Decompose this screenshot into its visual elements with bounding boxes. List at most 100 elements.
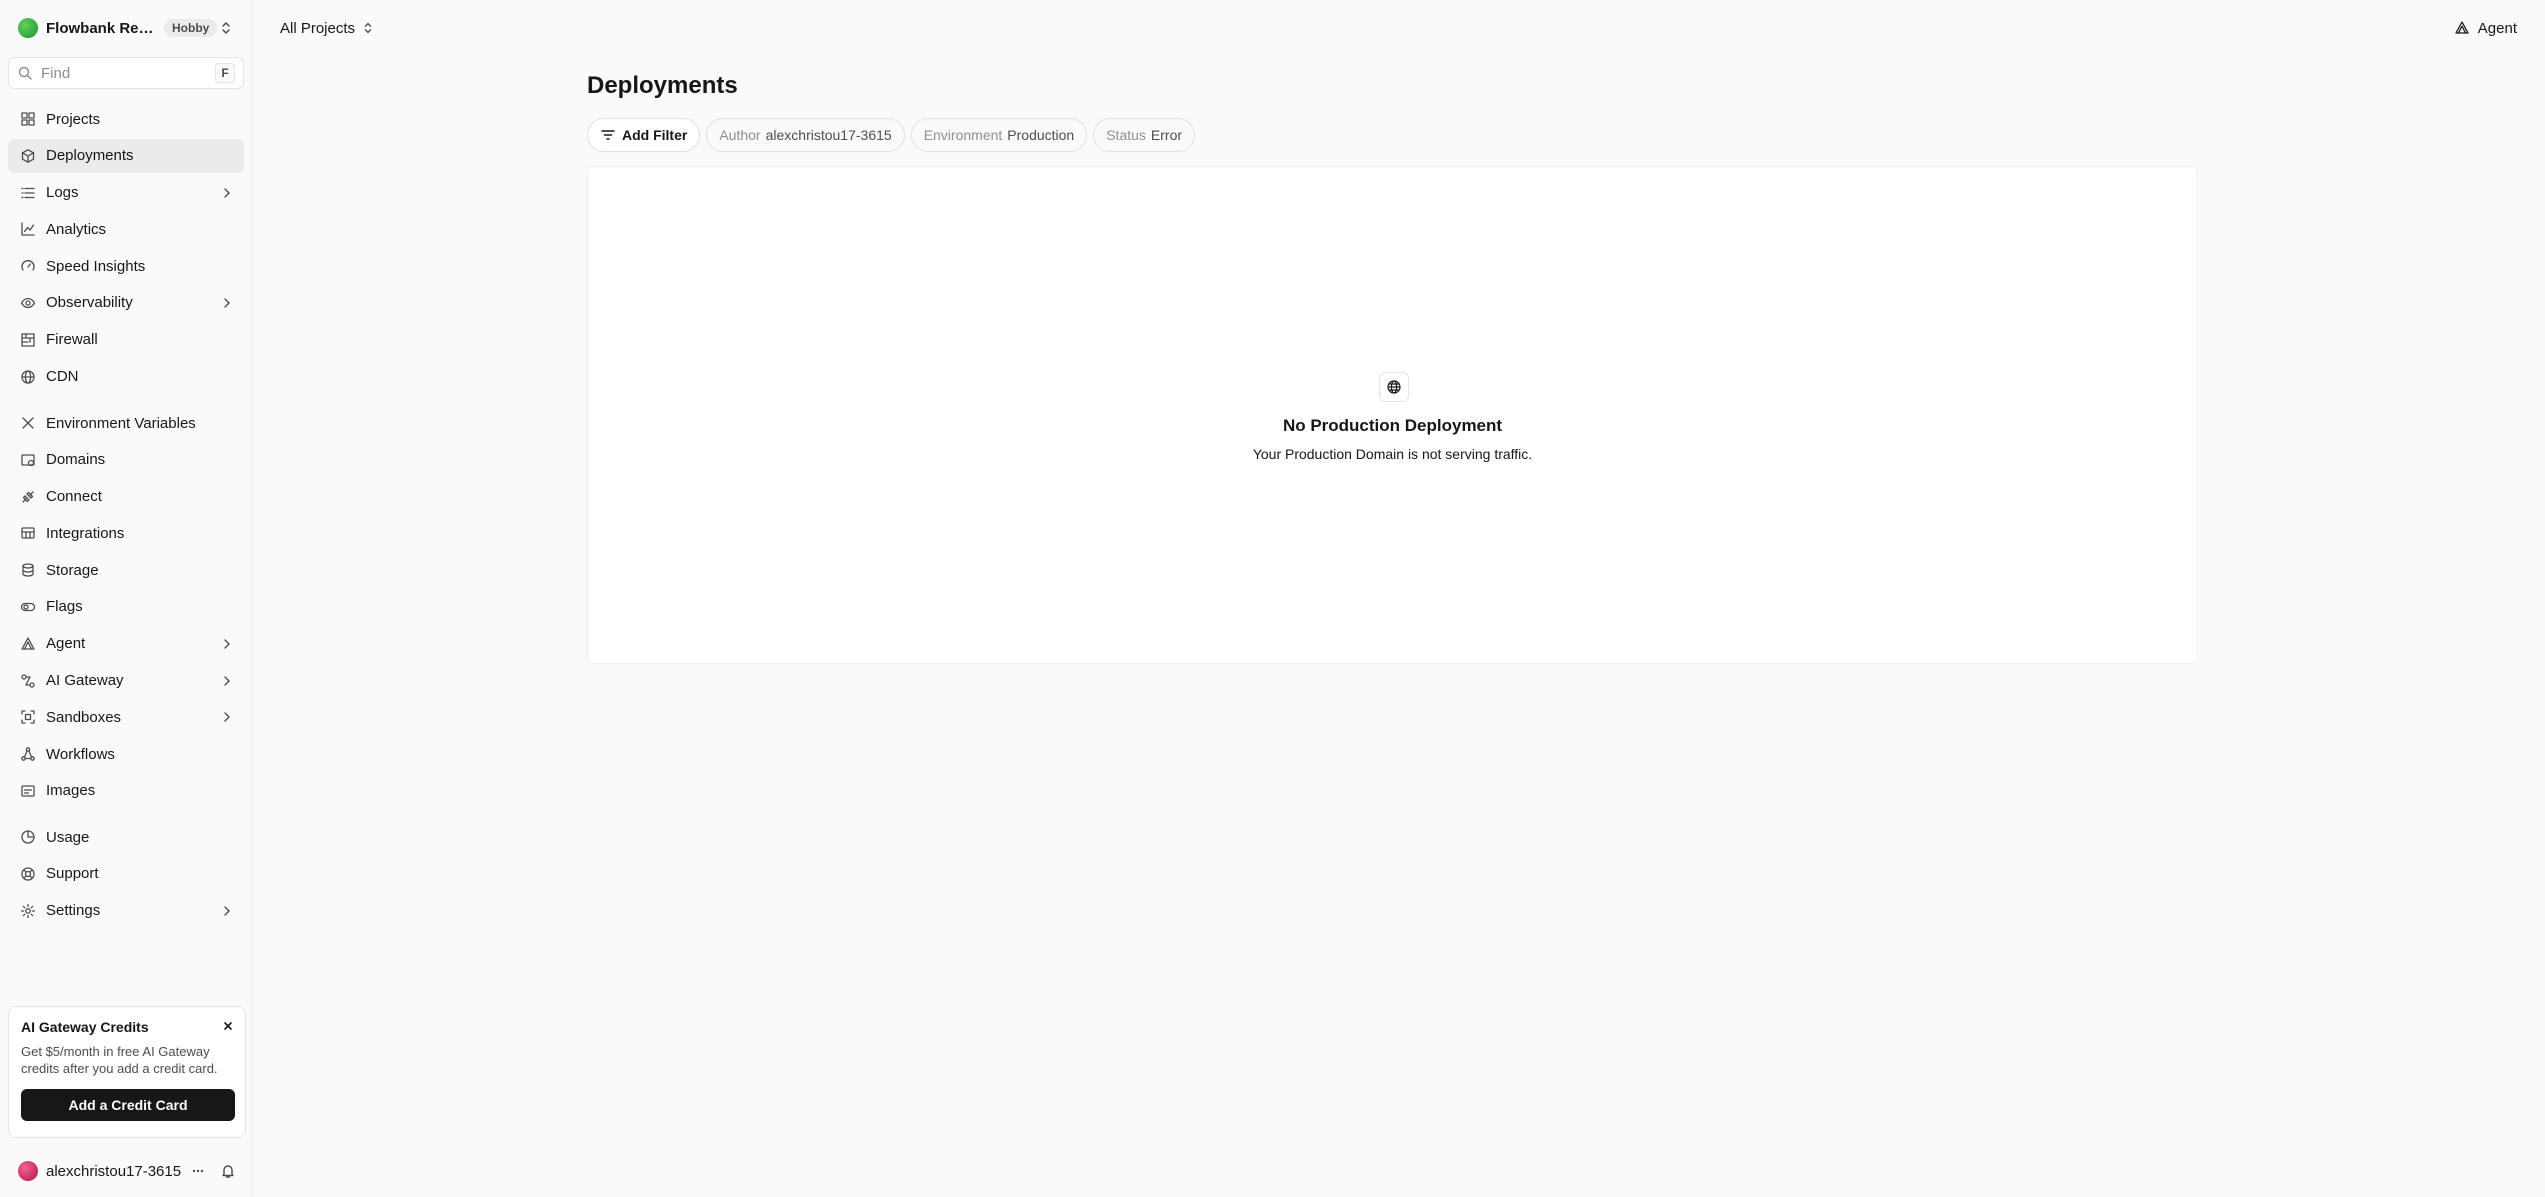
sandbox-icon [21,710,35,725]
sidebar-item-label: Flags [46,598,83,616]
sidebar-item-label: AI Gateway [46,672,124,690]
sidebar-item-label: Support [46,865,99,883]
sidebar-nav-primary: Projects Deployments Logs Analytics Speed In… [8,102,244,396]
sidebar-item-flags[interactable]: Flags [8,590,244,624]
find-input[interactable] [41,64,201,82]
sidebar-nav-tertiary: Usage Support Settings [8,820,244,930]
sidebar-item-workflows[interactable]: Workflows [8,737,244,771]
sidebar-item-label: Connect [46,488,102,506]
plan-badge: Hobby [164,19,218,37]
add-filter-button[interactable]: Add Filter [587,118,701,152]
filter-key: Environment [923,127,1003,143]
page-title: Deployments [587,72,738,99]
filter-icon [601,130,615,140]
sidebar-item-logs[interactable]: Logs [8,176,244,210]
grid-icon [21,112,35,126]
sidebar-item-observability[interactable]: Observability [8,286,244,320]
sidebar-item-label: Analytics [46,220,107,238]
sidebar-item-speed-insights[interactable]: Speed Insights [8,249,244,283]
find-search-box[interactable]: F [8,57,244,89]
agent-button[interactable]: Agent [2454,14,2517,42]
sidebar-item-label: Projects [46,110,101,128]
sidebar-item-label: Images [46,782,96,800]
filter-key: Author [719,127,761,143]
sidebar-item-label: Deployments [46,147,134,165]
sidebar-item-cdn[interactable]: CDN [8,360,244,394]
project-selector[interactable]: All Projects [272,14,383,42]
close-icon[interactable] [221,1019,235,1033]
shortcut-key: F [215,63,235,83]
agent-icon [21,637,35,650]
lifebuoy-icon [21,867,35,881]
sidebar-item-firewall[interactable]: Firewall [8,323,244,357]
sidebar-item-analytics[interactable]: Analytics [8,212,244,246]
connect-icon [22,490,34,503]
sidebar: Flowbank Rese... Hobby F Projects Deploym… [0,0,252,1197]
chevron-right-icon [224,298,230,308]
gear-icon [20,903,36,918]
filter-value: Error [1150,127,1183,143]
add-credit-card-button[interactable]: Add a Credit Card [21,1089,235,1121]
sidebar-item-label: Firewall [46,331,98,349]
sidebar-item-integrations[interactable]: Integrations [8,516,244,550]
variables-icon [22,417,34,429]
sidebar-item-label: Logs [46,184,79,202]
avatar [18,1161,38,1181]
chevron-right-icon [224,639,230,649]
sidebar-nav-secondary: Environment Variables Domains Connect Integ… [8,406,244,811]
sidebar-item-projects[interactable]: Projects [8,102,244,136]
filter-chip-status[interactable]: Status Error [1093,118,1196,152]
gauge-icon [21,260,35,271]
empty-state-text: Your Production Domain is not serving tr… [1252,446,1533,462]
sidebar-item-sandboxes[interactable]: Sandboxes [8,700,244,734]
sidebar-item-usage[interactable]: Usage [8,820,244,854]
sidebar-item-label: Observability [46,294,133,312]
agent-icon [2455,21,2469,34]
sidebar-item-storage[interactable]: Storage [8,553,244,587]
add-filter-label: Add Filter [622,127,688,143]
sidebar-item-images[interactable]: Images [8,774,244,808]
firewall-icon [21,333,35,347]
sidebar-item-label: Workflows [46,745,115,763]
sidebar-item-connect[interactable]: Connect [8,480,244,514]
sidebar-item-settings[interactable]: Settings [8,894,244,928]
database-icon [22,563,34,577]
eye-icon [20,297,36,309]
search-icon [18,66,32,80]
sidebar-item-support[interactable]: Support [8,857,244,891]
filter-value: alexchristou17-3615 [765,127,892,143]
filter-chip-environment[interactable]: Environment Production [910,118,1088,152]
filter-value: Production [1007,127,1075,143]
sidebar-item-ai-gateway[interactable]: AI Gateway [8,664,244,698]
domain-icon [21,454,35,466]
globe-icon [1379,372,1409,402]
chevron-up-down-icon [222,22,230,34]
filter-chip-author[interactable]: Author alexchristou17-3615 [706,118,905,152]
list-icon [21,187,35,198]
sidebar-item-agent[interactable]: Agent [8,627,244,661]
sidebar-item-deployments[interactable]: Deployments [8,138,244,173]
team-switcher[interactable]: Flowbank Rese... Hobby [10,10,242,46]
more-icon[interactable] [188,1161,208,1181]
chevron-right-icon [224,905,230,916]
empty-state: No Production Deployment Your Production… [588,167,2197,663]
sidebar-item-label: Settings [46,902,101,920]
bell-icon[interactable] [220,1163,236,1179]
promo-title: AI Gateway Credits [21,1019,149,1035]
image-icon [21,785,35,797]
gateway-icon [21,673,35,688]
chevron-right-icon [224,675,230,686]
chevron-right-icon [224,187,230,198]
sidebar-item-label: Domains [46,451,106,469]
deployments-panel: No Production Deployment Your Production… [587,166,2198,664]
empty-state-title: No Production Deployment [1282,416,1503,435]
sidebar-item-environment-variables[interactable]: Environment Variables [8,406,244,440]
user-menu[interactable]: alexchristou17-3615 [8,1156,246,1186]
sidebar-item-label: Integrations [46,524,125,542]
chevron-up-down-icon [364,22,372,34]
team-name: Flowbank Rese... [46,19,156,37]
agent-label: Agent [2477,19,2517,37]
sidebar-item-domains[interactable]: Domains [8,443,244,477]
cube-icon [21,148,35,163]
ai-gateway-credits-card: AI Gateway Credits Get $5/month in free … [8,1006,246,1138]
